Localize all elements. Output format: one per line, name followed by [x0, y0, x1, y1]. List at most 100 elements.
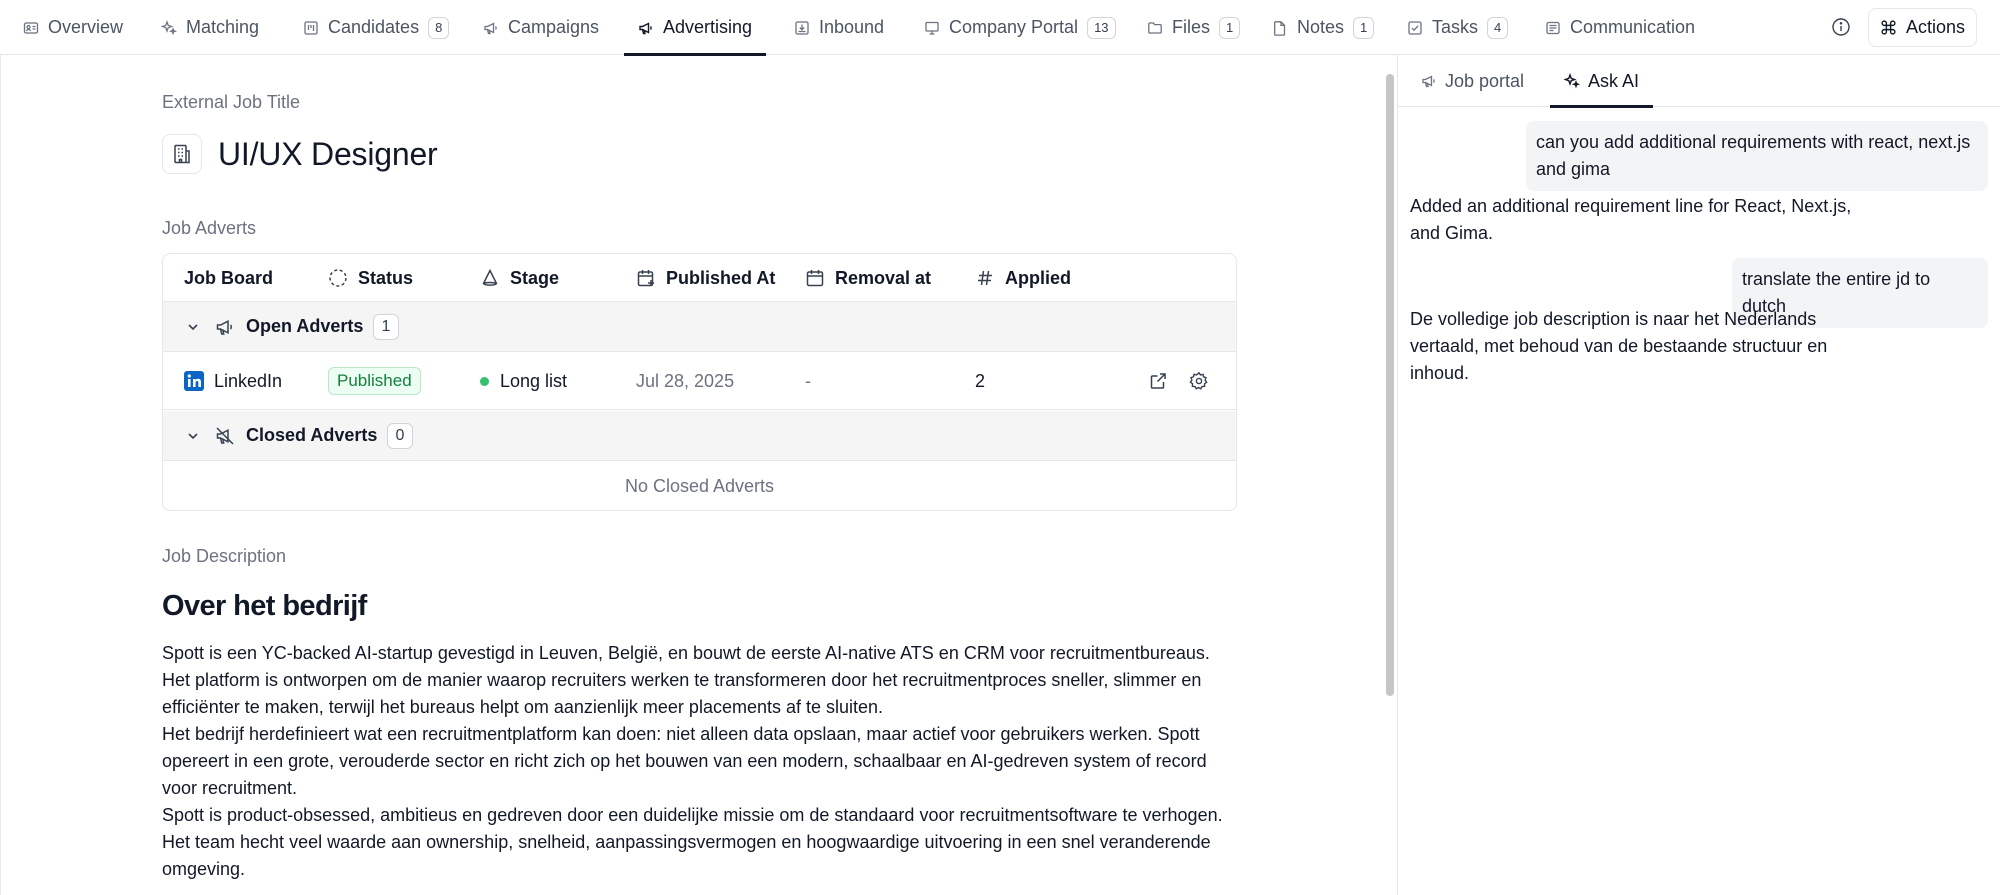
main-content: External Job Title UI/UX Designer Job Ad…: [0, 56, 1398, 895]
inbox-icon: [794, 20, 810, 36]
description-line: voor recruitment.: [162, 778, 298, 798]
linkedin-icon: [184, 371, 204, 391]
external-job-title-label: External Job Title: [162, 92, 301, 112]
chevron-down-icon[interactable]: [185, 428, 201, 444]
stage-dot: [480, 376, 489, 386]
main-scrollbar[interactable]: [1385, 74, 1395, 894]
message-icon: [1545, 20, 1561, 36]
column-header-applied: Applied: [975, 254, 1071, 302]
tab-advertising[interactable]: Advertising: [623, 0, 767, 56]
kanban-icon: [303, 20, 319, 36]
tab-tasks[interactable]: Tasks 4: [1407, 0, 1509, 55]
tab-campaigns[interactable]: Campaigns: [483, 0, 599, 55]
description-body: Spott is een YC-backed AI-startup gevest…: [162, 640, 1242, 883]
message-line: vertaald, met behoud van de bestaande st…: [1410, 336, 1828, 356]
header-label: Status: [358, 267, 414, 288]
closed-adverts-label: Closed Adverts: [246, 425, 378, 445]
column-header-status: Status: [328, 254, 413, 302]
table-header: Job Board Status Stage Published At Remo…: [163, 254, 1236, 302]
removal-at-cell: -: [805, 370, 811, 391]
tab-label: Company Portal: [949, 17, 1079, 37]
chevron-down-icon[interactable]: [185, 319, 201, 335]
description-line: Het team hecht veel waarde aan ownership…: [162, 832, 1211, 852]
tab-matching[interactable]: Matching: [161, 0, 259, 55]
folder-icon: [1147, 20, 1163, 36]
checkbox-icon: [1407, 20, 1423, 36]
megaphone-icon: [1421, 73, 1437, 89]
message-line: De volledige job description is naar het…: [1410, 309, 1817, 329]
stage-value: Long list: [500, 370, 568, 391]
description-line: Spott is product-obsessed, ambitieus en …: [162, 805, 1223, 825]
side-panel-tabs: Job portal Ask AI: [1398, 55, 2000, 108]
description-heading: Over het bedrijf: [162, 590, 367, 622]
top-nav: Overview Matching Candidates 8 Campaigns…: [0, 0, 2000, 56]
description-line: Het bedrijf herdefinieert wat een recrui…: [162, 724, 1200, 744]
job-adverts-label: Job Adverts: [162, 218, 257, 238]
gear-icon[interactable]: [1189, 371, 1209, 391]
job-title: UI/UX Designer: [218, 135, 438, 172]
open-adverts-label: Open Adverts: [246, 316, 364, 336]
tab-label: Tasks: [1432, 17, 1479, 37]
tab-label: Overview: [48, 17, 124, 37]
tab-notes[interactable]: Notes 1: [1272, 0, 1375, 55]
dashed-circle-icon: [328, 268, 348, 288]
notes-count-badge: 1: [1353, 16, 1375, 39]
open-adverts-group[interactable]: Open Adverts 1: [163, 302, 1236, 352]
tab-label: Notes: [1297, 17, 1345, 37]
message-line: Added an additional requirement line for…: [1410, 196, 1852, 216]
assistant-message: Added an additional requirement line for…: [1410, 193, 1851, 247]
side-panel: Job portal Ask AI can you add additional…: [1398, 55, 2000, 895]
scrollbar-thumb[interactable]: [1386, 74, 1394, 696]
building-icon: [162, 134, 202, 174]
user-message: can you add additional requirements with…: [1526, 121, 1988, 191]
actions-label: Actions: [1905, 17, 1966, 37]
column-header-published-at: Published At: [636, 254, 775, 302]
cone-icon: [480, 268, 500, 288]
description-line: efficiënter te maken, terwijl het bureau…: [162, 697, 884, 717]
header-label: Applied: [1005, 267, 1071, 288]
tab-candidates[interactable]: Candidates 8: [303, 0, 450, 55]
table-row[interactable]: LinkedIn Published Long list Jul 28, 202…: [163, 352, 1236, 410]
files-count-badge: 1: [1219, 16, 1241, 39]
column-header-stage: Stage: [480, 254, 559, 302]
calendar-icon: [805, 268, 825, 288]
status-cell: Published: [328, 352, 421, 410]
tab-company-portal[interactable]: Company Portal 13: [924, 0, 1116, 55]
megaphone-icon: [215, 317, 235, 337]
tab-ask-ai[interactable]: Ask AI: [1549, 55, 1654, 108]
message-line: and gima: [1536, 159, 1611, 179]
tab-label: Inbound: [819, 17, 885, 37]
message-line: can you add additional requirements with…: [1536, 132, 1971, 152]
external-link-icon[interactable]: [1148, 371, 1168, 391]
command-icon: [1880, 19, 1897, 36]
tab-label: Files: [1172, 17, 1211, 37]
job-description-label: Job Description: [162, 546, 287, 566]
message-line: and Gima.: [1410, 223, 1494, 243]
job-title-row: UI/UX Designer: [162, 134, 438, 174]
stage-cell: Long list: [480, 352, 567, 410]
actions-button[interactable]: Actions: [1868, 8, 1977, 47]
tab-overview[interactable]: Overview: [23, 0, 123, 55]
tab-label: Campaigns: [508, 17, 600, 37]
tab-job-portal[interactable]: Job portal: [1421, 55, 1524, 107]
calendar-plus-icon: [636, 268, 656, 288]
header-label: Stage: [510, 267, 560, 288]
tab-files[interactable]: Files 1: [1147, 0, 1241, 55]
applied-cell: 2: [975, 370, 986, 391]
header-label: Published At: [666, 267, 776, 288]
tab-inbound[interactable]: Inbound: [794, 0, 884, 55]
hash-icon: [975, 268, 995, 288]
sparkles-icon: [161, 19, 177, 36]
tab-label: Job portal: [1445, 70, 1525, 91]
file-icon: [1272, 20, 1288, 36]
tab-label: Advertising: [663, 17, 753, 37]
closed-adverts-count-badge: 0: [387, 422, 413, 449]
description-line: opereert in een grote, verouderde sector…: [162, 751, 1207, 771]
company-portal-count-badge: 13: [1087, 16, 1116, 39]
header-label: Job Board: [184, 267, 274, 288]
tab-label: Ask AI: [1588, 70, 1640, 91]
tab-communication[interactable]: Communication: [1545, 0, 1695, 55]
info-icon[interactable]: [1831, 17, 1851, 37]
assistant-message: De volledige job description is naar het…: [1410, 306, 1827, 387]
closed-adverts-group[interactable]: Closed Adverts 0: [163, 411, 1236, 461]
